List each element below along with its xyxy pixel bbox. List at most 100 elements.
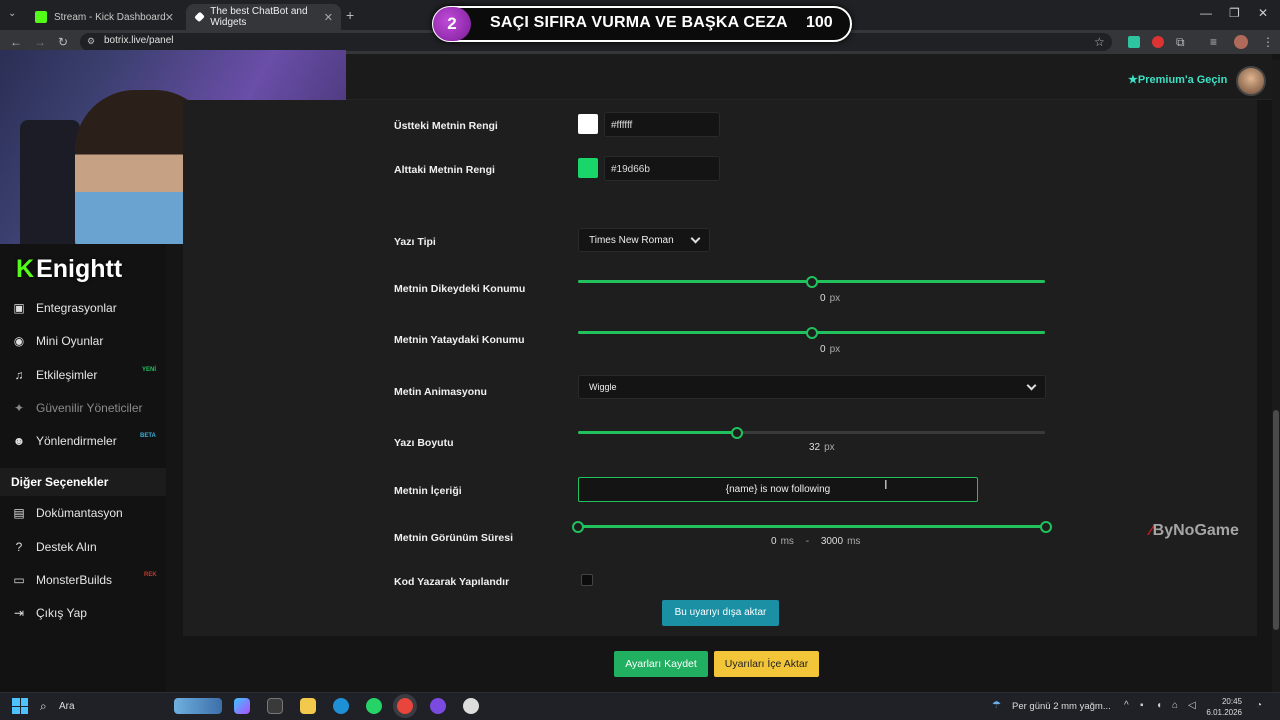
close-tab-icon[interactable]: ✕ — [165, 11, 174, 24]
url-text[interactable]: botrix.live/panel — [104, 35, 173, 46]
chevron-down-icon — [1026, 380, 1037, 390]
sidebar-item-support[interactable]: ? Destek Alın — [12, 540, 97, 554]
tab-kick-dashboard[interactable]: Stream - Kick Dashboard ✕ — [27, 4, 182, 30]
weather-text[interactable]: Per günü 2 mm yağm... — [1012, 701, 1111, 712]
slider-thumb[interactable] — [805, 275, 818, 288]
taskbar-clock[interactable]: 20:45 6.01.2026 — [1198, 696, 1242, 718]
reload-icon[interactable]: ↻ — [58, 35, 68, 49]
vertical-position-value: 0 px — [820, 293, 840, 304]
user-avatar[interactable] — [1236, 66, 1266, 96]
horizontal-position-value: 0 px — [820, 344, 840, 355]
widgets-icon[interactable] — [174, 698, 222, 714]
top-text-color-input[interactable]: #ffffff — [604, 112, 720, 137]
duration-label: Metnin Görünüm Süresi — [394, 532, 514, 544]
tab-botrix[interactable]: The best ChatBot and Widgets ✕ — [186, 4, 341, 30]
close-window-icon[interactable]: ✕ — [1258, 6, 1268, 20]
banner-count: 100 — [806, 14, 833, 31]
whatsapp-icon[interactable] — [366, 698, 382, 714]
extensions-puzzle-icon[interactable]: ⧉ — [1176, 35, 1185, 50]
code-config-checkbox[interactable] — [581, 574, 593, 586]
media-icon[interactable]: ≡ — [1210, 35, 1217, 49]
integrations-icon: ▣ — [13, 301, 25, 315]
sidebar-item-label: Destek Alın — [36, 540, 97, 554]
tray-app-icon[interactable]: ◖ — [1156, 700, 1162, 711]
site-info-icon[interactable]: ⚙ — [87, 36, 95, 47]
copilot-icon[interactable] — [234, 698, 250, 714]
premium-link[interactable]: ★Premium'a Geçin — [1128, 73, 1227, 86]
back-icon[interactable]: ← — [10, 35, 22, 49]
value-number: 0 — [820, 293, 826, 304]
notification-bell-icon[interactable]: ◔ — [1256, 700, 1262, 711]
scrollbar-thumb[interactable] — [1273, 410, 1279, 630]
profile-avatar[interactable] — [1234, 35, 1248, 49]
banner-text: SAÇI SIFIRA VURMA VE BAŞKA CEZA — [490, 14, 788, 31]
channel-name: Enightt — [36, 255, 123, 283]
minimize-icon[interactable]: — — [1200, 6, 1212, 20]
slider-thumb[interactable] — [805, 326, 818, 339]
tray-chevron-icon[interactable]: ^ — [1124, 700, 1129, 711]
sidebar-item-mini-games[interactable]: ◉ Mini Oyunlar — [12, 334, 104, 348]
tray-app-icon[interactable]: ▪ — [1140, 700, 1144, 711]
value-unit: px — [829, 293, 841, 304]
sidebar-item-label: Etkileşimler — [36, 368, 98, 382]
chrome-icon[interactable] — [397, 698, 413, 714]
task-view-icon[interactable] — [267, 698, 283, 714]
extension-icon[interactable] — [1152, 36, 1164, 48]
sidebar-item-label: Dokümantasyon — [36, 506, 123, 520]
tab-list-chevron-icon[interactable]: ⌄ — [8, 8, 16, 19]
sidebar-heading: Diğer Seçenekler — [0, 468, 166, 496]
horizontal-position-slider[interactable] — [578, 326, 1045, 339]
import-alerts-button[interactable]: Uyarıları İçe Aktar — [714, 651, 819, 677]
slider-thumb[interactable] — [730, 426, 743, 439]
discord-icon[interactable] — [430, 698, 446, 714]
sidebar-item-trusted-moderators[interactable]: ✦ Güvenilir Yöneticiler — [12, 401, 143, 415]
volume-icon[interactable]: ◁ — [1188, 700, 1196, 711]
beta-badge: BETA — [140, 433, 156, 439]
animation-select[interactable]: Wiggle — [578, 375, 1046, 399]
slider-thumb-max[interactable] — [1040, 520, 1052, 533]
extension-icon[interactable] — [1128, 36, 1140, 48]
bookmark-star-icon[interactable]: ☆ — [1094, 35, 1105, 49]
maximize-icon[interactable]: ❐ — [1229, 6, 1240, 20]
sidebar-item-redirects[interactable]: ☻ Yönlendirmeler — [12, 434, 117, 448]
sidebar-item-label: MonsterBuilds — [36, 573, 113, 587]
edge-icon[interactable] — [333, 698, 349, 714]
duration-value: 0 ms - 3000 ms — [771, 536, 860, 547]
users-icon: ✦ — [13, 401, 25, 415]
premium-label: Premium'a Geçin — [1137, 74, 1228, 86]
vertical-position-slider[interactable] — [578, 275, 1045, 288]
font-label: Yazı Tipi — [394, 236, 436, 248]
chair-shape — [20, 120, 80, 244]
tab-title: The best ChatBot and Widgets — [210, 6, 308, 28]
network-icon[interactable]: ⌂ — [1172, 700, 1178, 711]
font-size-value: 32 px — [809, 442, 835, 453]
sidebar-item-interactions[interactable]: ♫ Etkileşimler — [12, 368, 98, 382]
bottom-text-color-swatch[interactable] — [578, 158, 598, 178]
obs-icon[interactable] — [463, 698, 479, 714]
sidebar-item-integrations[interactable]: ▣ Entegrasyonlar — [12, 301, 116, 315]
menu-kebab-icon[interactable]: ⋮ — [1262, 35, 1274, 49]
value-number: 32 — [809, 442, 821, 453]
sidebar-item-monsterbuilds[interactable]: ▭ MonsterBuilds — [12, 573, 112, 587]
windows-start-icon[interactable] — [12, 698, 28, 714]
taskbar-search[interactable]: Ara — [59, 701, 75, 712]
file-explorer-icon[interactable] — [300, 698, 316, 714]
font-select[interactable]: Times New Roman — [578, 228, 710, 252]
star-icon: ★ — [1128, 74, 1138, 86]
content-input[interactable]: {name} is now following — [578, 477, 978, 502]
value-unit: px — [824, 442, 835, 453]
save-settings-button[interactable]: Ayarları Kaydet — [614, 651, 708, 677]
search-icon[interactable]: ⌕ — [40, 699, 47, 714]
close-tab-icon[interactable]: ✕ — [324, 11, 333, 24]
font-select-value: Times New Roman — [589, 234, 674, 246]
new-tab-icon[interactable]: + — [346, 7, 354, 23]
sidebar-item-logout[interactable]: ⇥ Çıkış Yap — [12, 606, 87, 620]
font-size-slider[interactable] — [578, 426, 1045, 439]
forward-icon[interactable]: → — [34, 35, 46, 49]
bottom-text-color-input[interactable]: #19d66b — [604, 156, 720, 181]
top-text-color-swatch[interactable] — [578, 114, 598, 134]
slider-thumb-min[interactable] — [572, 520, 584, 533]
duration-range-slider[interactable] — [572, 520, 1052, 533]
export-alert-button[interactable]: Bu uyarıyı dışa aktar — [662, 600, 779, 626]
sidebar-item-documentation[interactable]: ▤ Dokümantasyon — [12, 506, 123, 520]
